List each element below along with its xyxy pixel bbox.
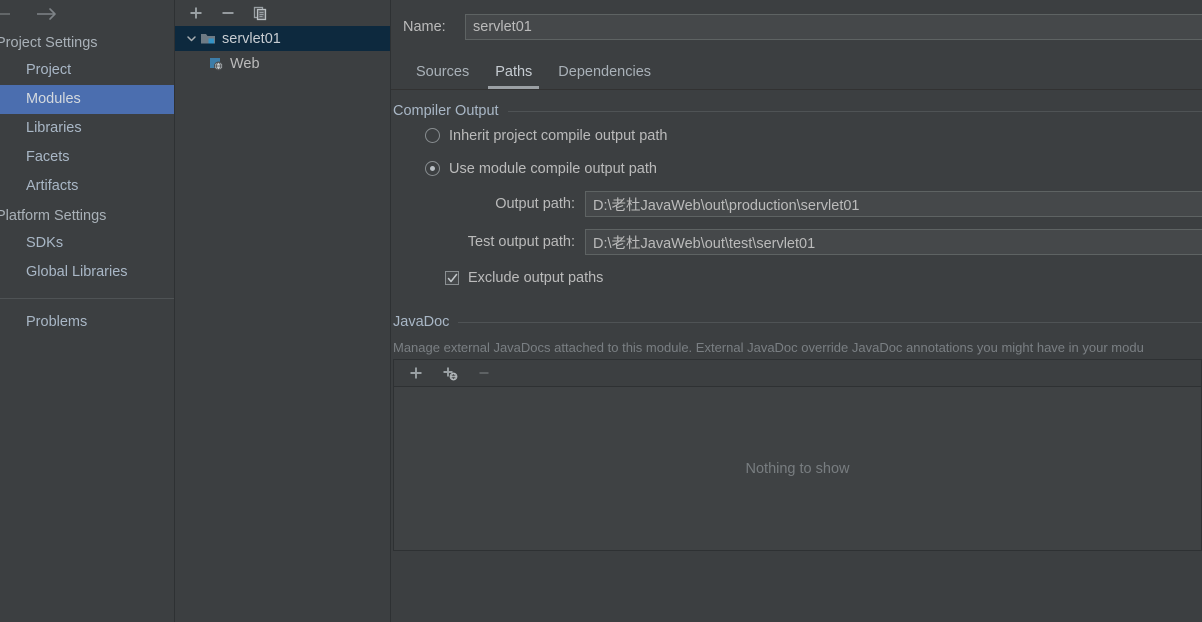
sidebar-item-modules[interactable]: Modules: [0, 85, 174, 114]
compiler-output-title: Compiler Output: [393, 103, 499, 119]
sidebar-group-project-settings: Project Settings: [0, 35, 98, 51]
module-tree: servlet01 Web: [175, 26, 390, 622]
tree-node-servlet01[interactable]: servlet01: [175, 26, 390, 51]
project-structure-dialog: Project Settings Project Modules Librari…: [0, 0, 1202, 622]
plus-icon[interactable]: [186, 3, 206, 23]
tree-node-web[interactable]: Web: [175, 51, 390, 76]
module-name-input[interactable]: [465, 14, 1202, 40]
output-path-label: Output path:: [495, 196, 575, 212]
sidebar-item-facets[interactable]: Facets: [0, 143, 174, 172]
exclude-output-paths-label: Exclude output paths: [468, 270, 604, 286]
web-facet-icon: [207, 56, 225, 72]
compiler-output-section-header: Compiler Output: [391, 103, 1202, 119]
minus-icon: [474, 363, 494, 383]
exclude-output-paths-row[interactable]: Exclude output paths: [393, 261, 1202, 295]
section-divider: [507, 110, 1202, 112]
sidebar-item-global-libraries[interactable]: Global Libraries: [0, 258, 174, 287]
javadoc-list-panel: Nothing to show: [393, 359, 1202, 551]
sidebar-item-artifacts[interactable]: Artifacts: [0, 172, 174, 201]
javadoc-empty-text: Nothing to show: [745, 460, 850, 477]
radio-dot: [430, 166, 435, 171]
test-output-path-label: Test output path:: [467, 234, 575, 250]
test-output-path-row: Test output path:: [393, 223, 1202, 261]
tab-paths[interactable]: Paths: [482, 64, 545, 89]
arrow-left-icon[interactable]: [0, 4, 14, 24]
module-paths-panel: Name: Sources Paths Dependencies Compile…: [391, 0, 1202, 622]
use-module-output-path-option[interactable]: Use module compile output path: [393, 152, 1202, 185]
settings-sidebar: Project Settings Project Modules Librari…: [0, 0, 175, 622]
tree-node-label: Web: [230, 55, 260, 72]
sidebar-group-platform-settings: Platform Settings: [0, 208, 107, 224]
plus-globe-icon[interactable]: [440, 363, 460, 383]
test-output-path-input[interactable]: [585, 229, 1202, 255]
module-name-label: Name:: [403, 19, 446, 35]
chevron-down-icon[interactable]: [183, 31, 199, 47]
radio-use-module-output[interactable]: [425, 161, 440, 176]
module-tree-toolbar: [175, 0, 390, 26]
output-path-row: Output path:: [393, 185, 1202, 223]
sidebar-nav-toolbar: [0, 0, 174, 28]
tree-node-label: servlet01: [222, 30, 281, 47]
tab-sources[interactable]: Sources: [403, 64, 482, 89]
module-name-row: Name:: [391, 0, 1202, 52]
sidebar-item-problems[interactable]: Problems: [0, 308, 174, 337]
use-module-output-path-label: Use module compile output path: [449, 160, 657, 177]
arrow-right-icon[interactable]: [34, 4, 60, 24]
sidebar-divider: [0, 298, 174, 299]
sidebar-item-libraries[interactable]: Libraries: [0, 114, 174, 143]
radio-inherit-output[interactable]: [425, 128, 440, 143]
javadoc-toolbar: [394, 360, 1201, 387]
module-folder-icon: [199, 31, 217, 47]
section-divider: [458, 321, 1202, 323]
minus-icon[interactable]: [218, 3, 238, 23]
javadoc-description: Manage external JavaDocs attached to thi…: [393, 340, 1144, 355]
javadoc-list[interactable]: Nothing to show: [394, 387, 1201, 550]
compiler-output-section-body: Inherit project compile output path Use …: [391, 119, 1202, 295]
sidebar-item-project[interactable]: Project: [0, 56, 174, 85]
output-path-input[interactable]: [585, 191, 1202, 217]
javadoc-section-header: JavaDoc: [391, 314, 1202, 330]
sidebar-item-sdks[interactable]: SDKs: [0, 229, 174, 258]
module-tree-panel: servlet01 Web: [175, 0, 391, 622]
tab-dependencies[interactable]: Dependencies: [545, 64, 664, 89]
javadoc-title: JavaDoc: [393, 314, 450, 330]
module-tabs: Sources Paths Dependencies: [391, 52, 1202, 90]
exclude-output-paths-checkbox[interactable]: [445, 271, 459, 285]
copy-icon[interactable]: [250, 3, 270, 23]
plus-icon[interactable]: [406, 363, 426, 383]
inherit-output-path-option[interactable]: Inherit project compile output path: [393, 119, 1202, 152]
inherit-output-path-label: Inherit project compile output path: [449, 127, 668, 144]
